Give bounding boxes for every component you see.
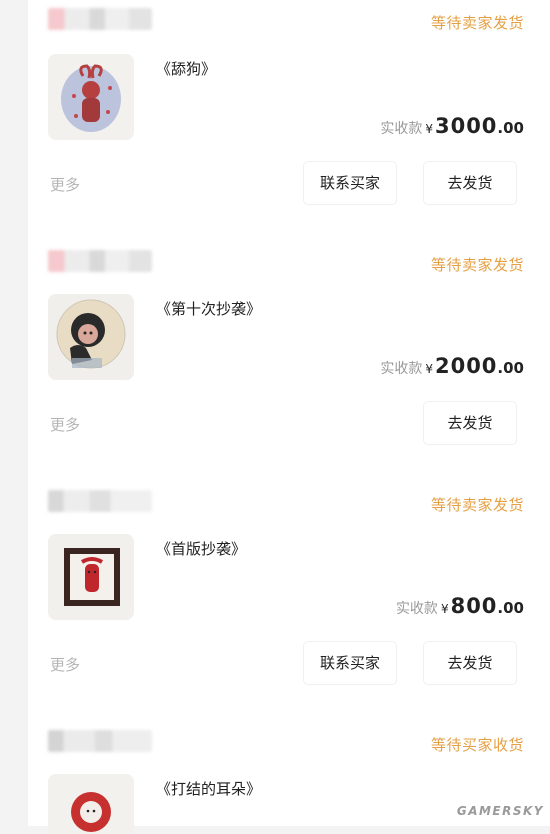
price-label: 实收款 [395, 601, 438, 617]
buyer-name-blurred [48, 730, 152, 752]
ship-button[interactable]: 去发货 [424, 162, 516, 204]
currency-symbol: ¥ [425, 122, 433, 136]
received-amount: 实收款 ¥800.00 [396, 594, 524, 618]
price-decimal: .00 [497, 599, 524, 617]
contact-buyer-button[interactable]: 联系买家 [304, 642, 396, 684]
price-integer: 3000 [434, 114, 498, 138]
received-amount: 实收款 ¥3000.00 [380, 114, 524, 138]
more-button[interactable]: 更多 [50, 174, 80, 195]
price-decimal: .00 [497, 119, 524, 137]
contact-buyer-button[interactable]: 联系买家 [304, 162, 396, 204]
price-integer: 800 [450, 594, 498, 618]
order-status: 等待卖家发货 [430, 256, 524, 274]
more-button[interactable]: 更多 [50, 414, 80, 435]
rabbit-painting-image [48, 54, 134, 140]
rabbit-badge-image [48, 774, 134, 834]
ship-button[interactable]: 去发货 [424, 402, 516, 444]
product-thumbnail[interactable] [48, 774, 134, 834]
order-status: 等待卖家发货 [430, 14, 524, 32]
order-status: 等待卖家发货 [430, 496, 524, 514]
watermark-logo: GAMERSKY [456, 804, 544, 818]
product-thumbnail[interactable] [48, 294, 134, 380]
price-label: 实收款 [380, 361, 423, 377]
product-title[interactable]: 《第十次抄袭》 [156, 298, 261, 319]
product-thumbnail[interactable] [48, 534, 134, 620]
currency-symbol: ¥ [440, 602, 449, 616]
product-thumbnail[interactable] [48, 54, 134, 140]
framed-rabbit-image [48, 534, 134, 620]
more-button[interactable]: 更多 [50, 654, 80, 675]
buyer-name-blurred [48, 8, 152, 30]
ship-button[interactable]: 去发货 [424, 642, 516, 684]
product-title[interactable]: 《首版抄袭》 [156, 538, 246, 559]
buyer-name-blurred [48, 490, 152, 512]
price-decimal: .00 [497, 359, 524, 377]
order-status: 等待买家收货 [430, 736, 524, 754]
order-list: 等待卖家发货 《舔狗》 实收款 ¥3000.00 更多 联系买家 去发货 等待卖家… [28, 0, 550, 834]
buyer-name-blurred [48, 250, 152, 272]
currency-symbol: ¥ [425, 362, 433, 376]
price-label: 实收款 [380, 121, 423, 137]
price-integer: 2000 [434, 354, 498, 378]
product-title[interactable]: 《舔狗》 [156, 58, 216, 79]
figure-painting-image [48, 294, 134, 380]
product-title[interactable]: 《打结的耳朵》 [156, 778, 261, 799]
received-amount: 实收款 ¥2000.00 [380, 354, 524, 378]
